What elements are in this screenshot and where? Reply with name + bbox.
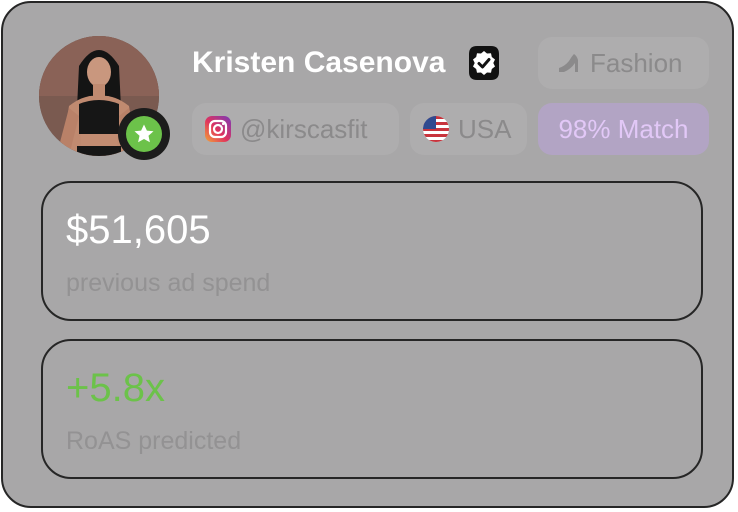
- influencer-name: Kristen Casenova: [192, 46, 446, 79]
- instagram-icon: [204, 115, 232, 143]
- star-icon: [134, 124, 154, 143]
- high-heel-icon: [556, 51, 582, 75]
- instagram-tag[interactable]: @kirscasfit: [192, 103, 399, 155]
- us-flag-icon: [422, 115, 450, 143]
- ad-spend-label: previous ad spend: [66, 269, 271, 297]
- country-tag[interactable]: USA: [410, 103, 527, 155]
- match-badge: 98% Match: [538, 103, 709, 155]
- country-label: USA: [458, 113, 512, 144]
- category-label: Fashion: [590, 47, 683, 78]
- star-badge: [118, 108, 170, 160]
- roas-label: RoAS predicted: [66, 427, 242, 455]
- category-tag[interactable]: Fashion: [538, 37, 709, 89]
- ad-spend-value: $51,605: [66, 208, 211, 252]
- influencer-card[interactable]: Kristen Casenova Fashion @kirscasfit USA…: [1, 1, 734, 508]
- roas-value: +5.8x: [66, 366, 165, 410]
- verified-badge-icon: [469, 46, 499, 80]
- instagram-handle: @kirscasfit: [240, 113, 368, 144]
- ad-spend-box: $51,605 previous ad spend: [41, 181, 703, 321]
- roas-box: +5.8x RoAS predicted: [41, 339, 703, 479]
- match-label: 98% Match: [558, 113, 689, 144]
